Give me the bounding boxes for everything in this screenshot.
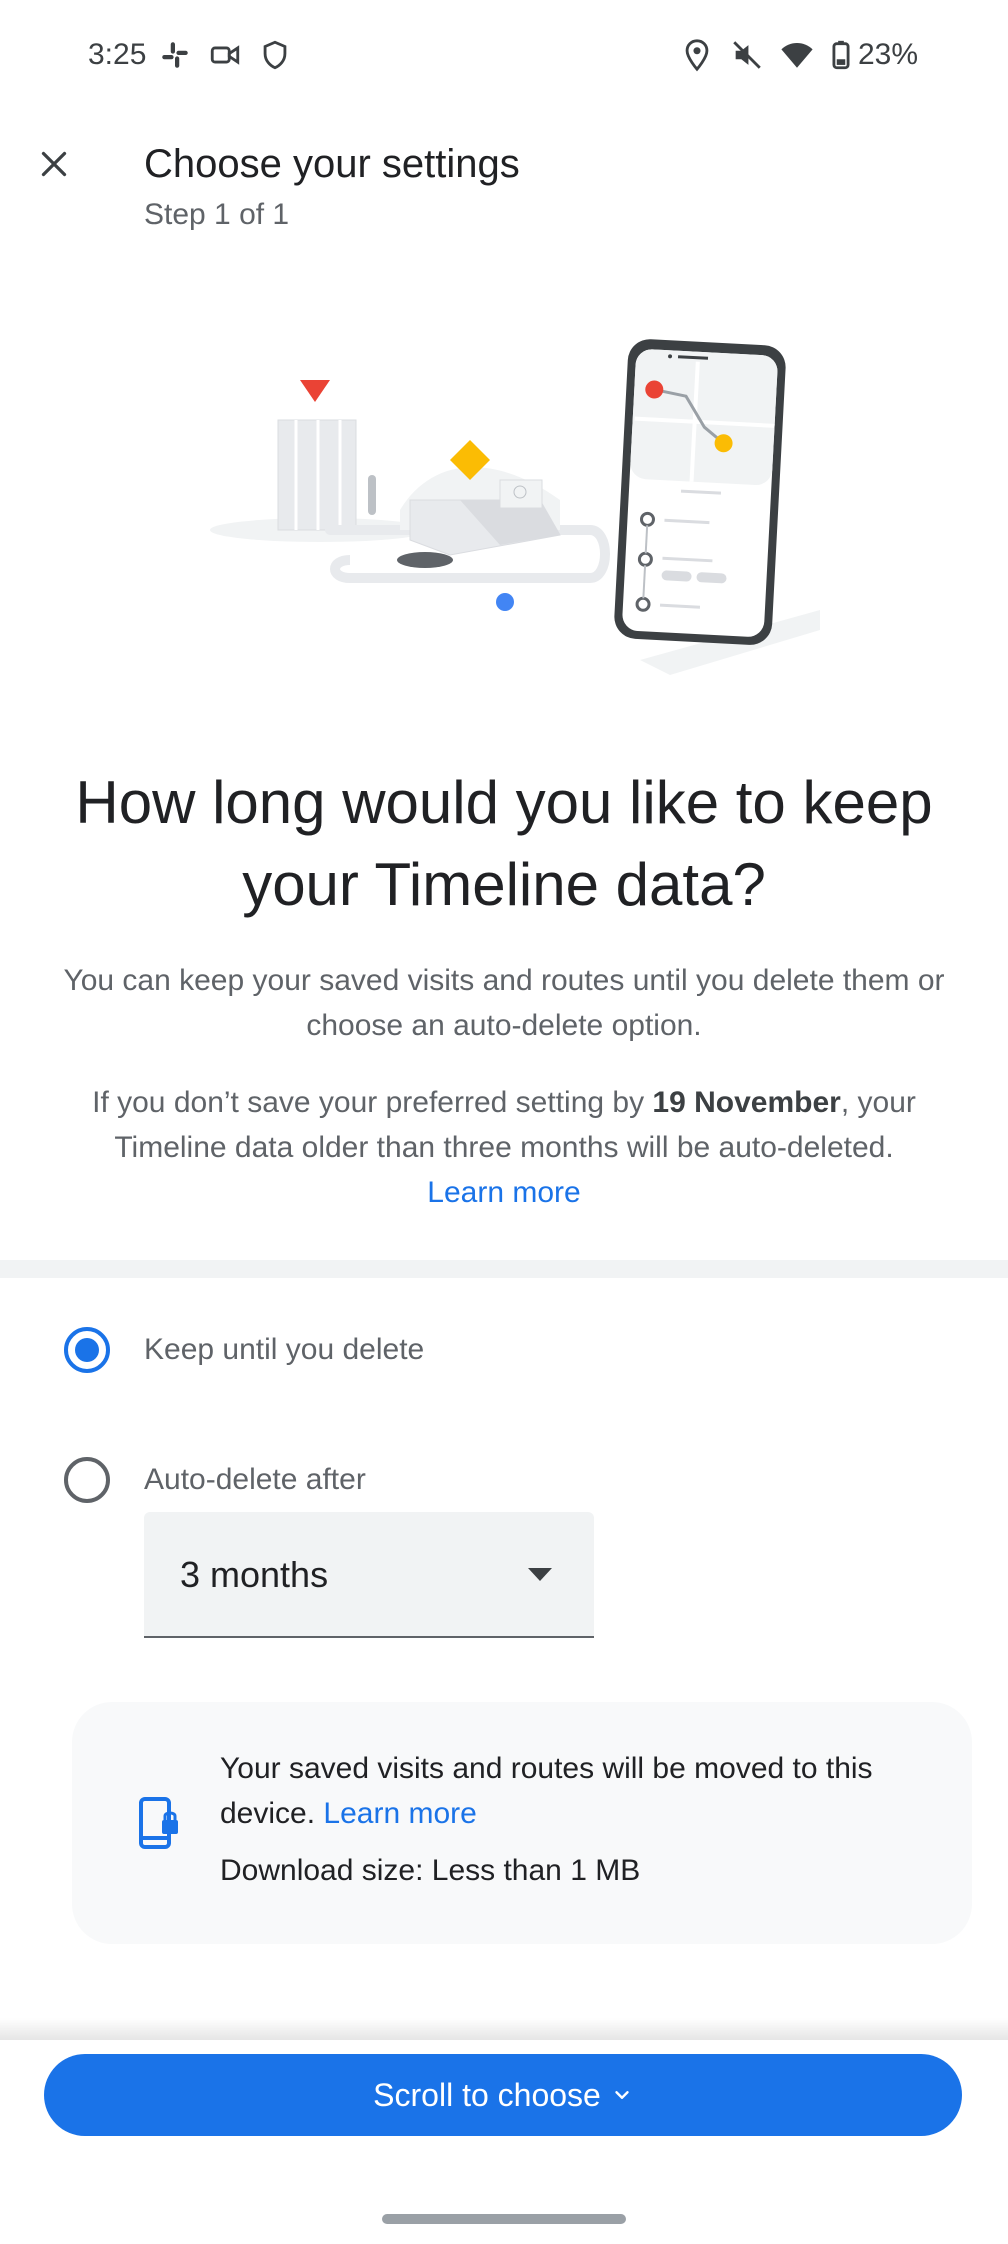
info-learn-more-link[interactable]: Learn more (323, 1797, 476, 1830)
close-button[interactable] (28, 138, 80, 190)
dropdown-value: 3 months (180, 1554, 329, 1595)
page-title: Choose your settings (144, 142, 520, 186)
option-label-keep: Keep until you delete (144, 1333, 425, 1366)
section-divider (0, 1260, 1008, 1278)
bottom-shadow (0, 2018, 1008, 2040)
notice-text: If you don’t save your preferred setting… (40, 1080, 968, 1215)
status-time: 3:25 (88, 38, 147, 71)
dropdown-arrow-icon (528, 1568, 552, 1581)
radio-keep-until-delete[interactable] (64, 1327, 110, 1373)
battery-icon (832, 40, 850, 70)
headline: How long would you like to keep your Tim… (75, 769, 933, 918)
video-camera-icon (210, 45, 240, 65)
auto-delete-duration-dropdown[interactable]: 3 months (144, 1512, 594, 1638)
info-message: Your saved visits and routes will be mov… (220, 1752, 873, 1830)
info-card: Your saved visits and routes will be mov… (72, 1702, 972, 1944)
wifi-icon (781, 42, 813, 68)
scroll-to-choose-button[interactable]: Scroll to choose (44, 2054, 962, 2136)
notice-date: 19 November (652, 1086, 841, 1119)
learn-more-link[interactable]: Learn more (427, 1176, 580, 1209)
slack-icon (162, 42, 188, 68)
chevron-down-icon (615, 2091, 629, 2099)
notice-prefix: If you don’t save your preferred setting… (92, 1086, 653, 1119)
close-icon (41, 151, 67, 177)
battery-percentage: 23% (858, 38, 919, 71)
option-label-auto-delete: Auto-delete after (144, 1463, 366, 1496)
step-indicator: Step 1 of 1 (144, 198, 290, 231)
radio-auto-delete[interactable] (64, 1457, 110, 1503)
option-keep-until-delete[interactable]: Keep until you delete (64, 1324, 424, 1376)
info-text: Your saved visits and routes will be mov… (220, 1746, 920, 1836)
status-bar: 3:25 23% (0, 0, 1008, 116)
option-auto-delete[interactable]: Auto-delete after (64, 1454, 366, 1506)
cta-label: Scroll to choose (373, 2076, 601, 2113)
intro-text: You can keep your saved visits and route… (63, 964, 945, 1042)
download-size: Download size: Less than 1 MB (220, 1854, 641, 1887)
device-lock-icon (139, 1797, 178, 1849)
mute-icon (733, 41, 761, 69)
location-icon (685, 39, 709, 72)
shield-icon (263, 40, 287, 70)
timeline-illustration (210, 339, 820, 675)
home-indicator[interactable] (382, 2214, 626, 2224)
